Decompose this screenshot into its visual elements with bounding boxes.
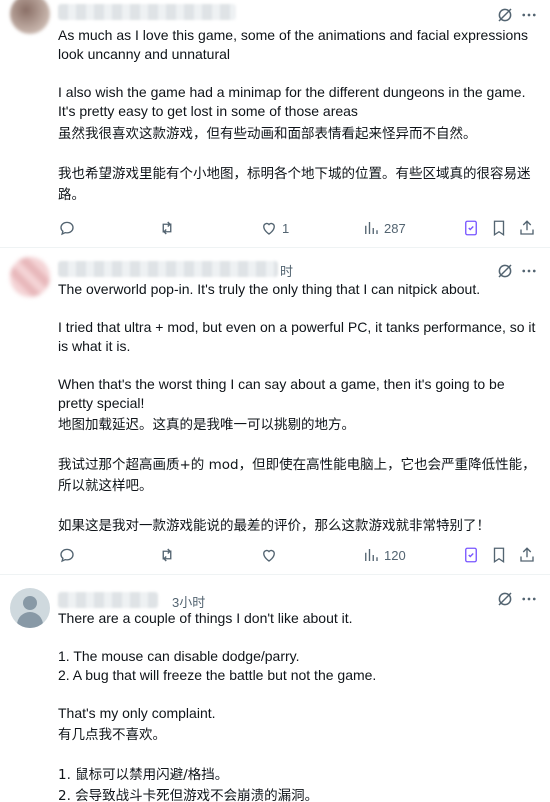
repost-icon xyxy=(162,221,172,235)
post-text-zh: 我试过那个超高画质+的 mod，但即使在高性能电脑上，它也会严重降低性能，所以就… xyxy=(58,457,536,494)
post-text-en: When that's the worst thing I can say ab… xyxy=(58,376,505,411)
post-text-en: The overworld pop-in. It's truly the onl… xyxy=(58,281,481,297)
more-icon[interactable] xyxy=(520,6,538,24)
reply-icon xyxy=(60,221,74,236)
like-button[interactable] xyxy=(260,543,278,567)
author-name-redacted xyxy=(58,592,158,608)
share-icon xyxy=(520,547,534,562)
like-icon xyxy=(263,549,275,562)
more-icon[interactable] xyxy=(520,262,538,280)
author-name-redacted xyxy=(58,4,236,20)
post-text-zh: 虽然我很喜欢这款游戏，但有些动画和面部表情看起来怪异而不自然。 xyxy=(58,126,477,142)
action-bar: 1 287 xyxy=(58,216,542,240)
post-text-zh: 有几点我不喜欢。 xyxy=(58,727,166,743)
bookmark-icon xyxy=(493,220,505,237)
bookmark-icon xyxy=(493,547,505,564)
reply-button[interactable] xyxy=(58,543,76,567)
post[interactable]: As much as I love this game, some of the… xyxy=(0,0,550,248)
grok-share-button[interactable] xyxy=(462,543,480,567)
post[interactable]: 时 The overworld pop-in. It's truly the o… xyxy=(0,249,550,575)
post-body: As much as I love this game, some of the… xyxy=(58,26,542,206)
more-icon[interactable] xyxy=(520,590,538,608)
post[interactable]: 3小时 There are a couple of things I don't… xyxy=(0,576,550,802)
post-body: The overworld pop-in. It's truly the onl… xyxy=(58,280,542,537)
grok-icon[interactable] xyxy=(496,262,514,280)
avatar[interactable] xyxy=(10,588,50,628)
reply-button[interactable] xyxy=(58,216,76,240)
timeline-feed: As much as I love this game, some of the… xyxy=(0,0,550,802)
grok-icon[interactable] xyxy=(496,6,514,24)
grok-share-button[interactable] xyxy=(462,216,480,240)
views-icon xyxy=(365,222,378,234)
like-count: 1 xyxy=(282,220,290,236)
post-body: There are a couple of things I don't lik… xyxy=(58,609,542,802)
share-icon xyxy=(520,220,534,235)
repost-icon xyxy=(162,548,172,562)
avatar[interactable] xyxy=(10,257,50,297)
views-count: 120 xyxy=(384,547,406,563)
post-text-en: As much as I love this game, some of the… xyxy=(58,27,529,62)
like-button[interactable]: 1 xyxy=(260,216,289,240)
post-text-en: I tried that ultra + mod, but even on a … xyxy=(58,319,536,354)
author-name-redacted xyxy=(58,261,278,277)
views-count: 287 xyxy=(384,220,406,236)
post-time: 时 xyxy=(280,264,294,279)
share-button[interactable] xyxy=(518,543,536,567)
share-button[interactable] xyxy=(518,216,536,240)
action-bar: 120 xyxy=(58,543,542,567)
post-text-zh: 我也希望游戏里能有个小地图，标明各个地下城的位置。有些区域真的很容易迷路。 xyxy=(58,166,531,203)
views-button[interactable]: 120 xyxy=(362,543,406,567)
post-text-zh: 1. 鼠标可以禁用闪避/格挡。 2. 会导致战斗卡死但游戏不会崩溃的漏洞。 xyxy=(58,767,319,802)
bookmark-button[interactable] xyxy=(490,543,508,567)
like-icon xyxy=(263,222,275,235)
post-text-en: That's my only complaint. xyxy=(58,705,216,721)
post-text-en: There are a couple of things I don't lik… xyxy=(58,610,353,626)
post-text-zh: 地图加载延迟。这真的是我唯一可以挑剔的地方。 xyxy=(58,417,355,433)
repost-button[interactable] xyxy=(158,216,176,240)
grok-share-icon xyxy=(465,220,477,236)
views-icon xyxy=(365,549,378,561)
post-text-en: 1. The mouse can disable dodge/parry. 2.… xyxy=(58,648,377,683)
bookmark-button[interactable] xyxy=(490,216,508,240)
post-text-zh: 如果这是我对一款游戏能说的最差的评价，那么这款游戏就非常特别了！ xyxy=(58,518,490,534)
post-text-en: I also wish the game had a minimap for t… xyxy=(58,84,526,119)
grok-icon[interactable] xyxy=(496,590,514,608)
grok-share-icon xyxy=(465,547,477,563)
repost-button[interactable] xyxy=(158,543,176,567)
reply-icon xyxy=(60,548,74,563)
views-button[interactable]: 287 xyxy=(362,216,406,240)
avatar[interactable] xyxy=(10,0,50,34)
